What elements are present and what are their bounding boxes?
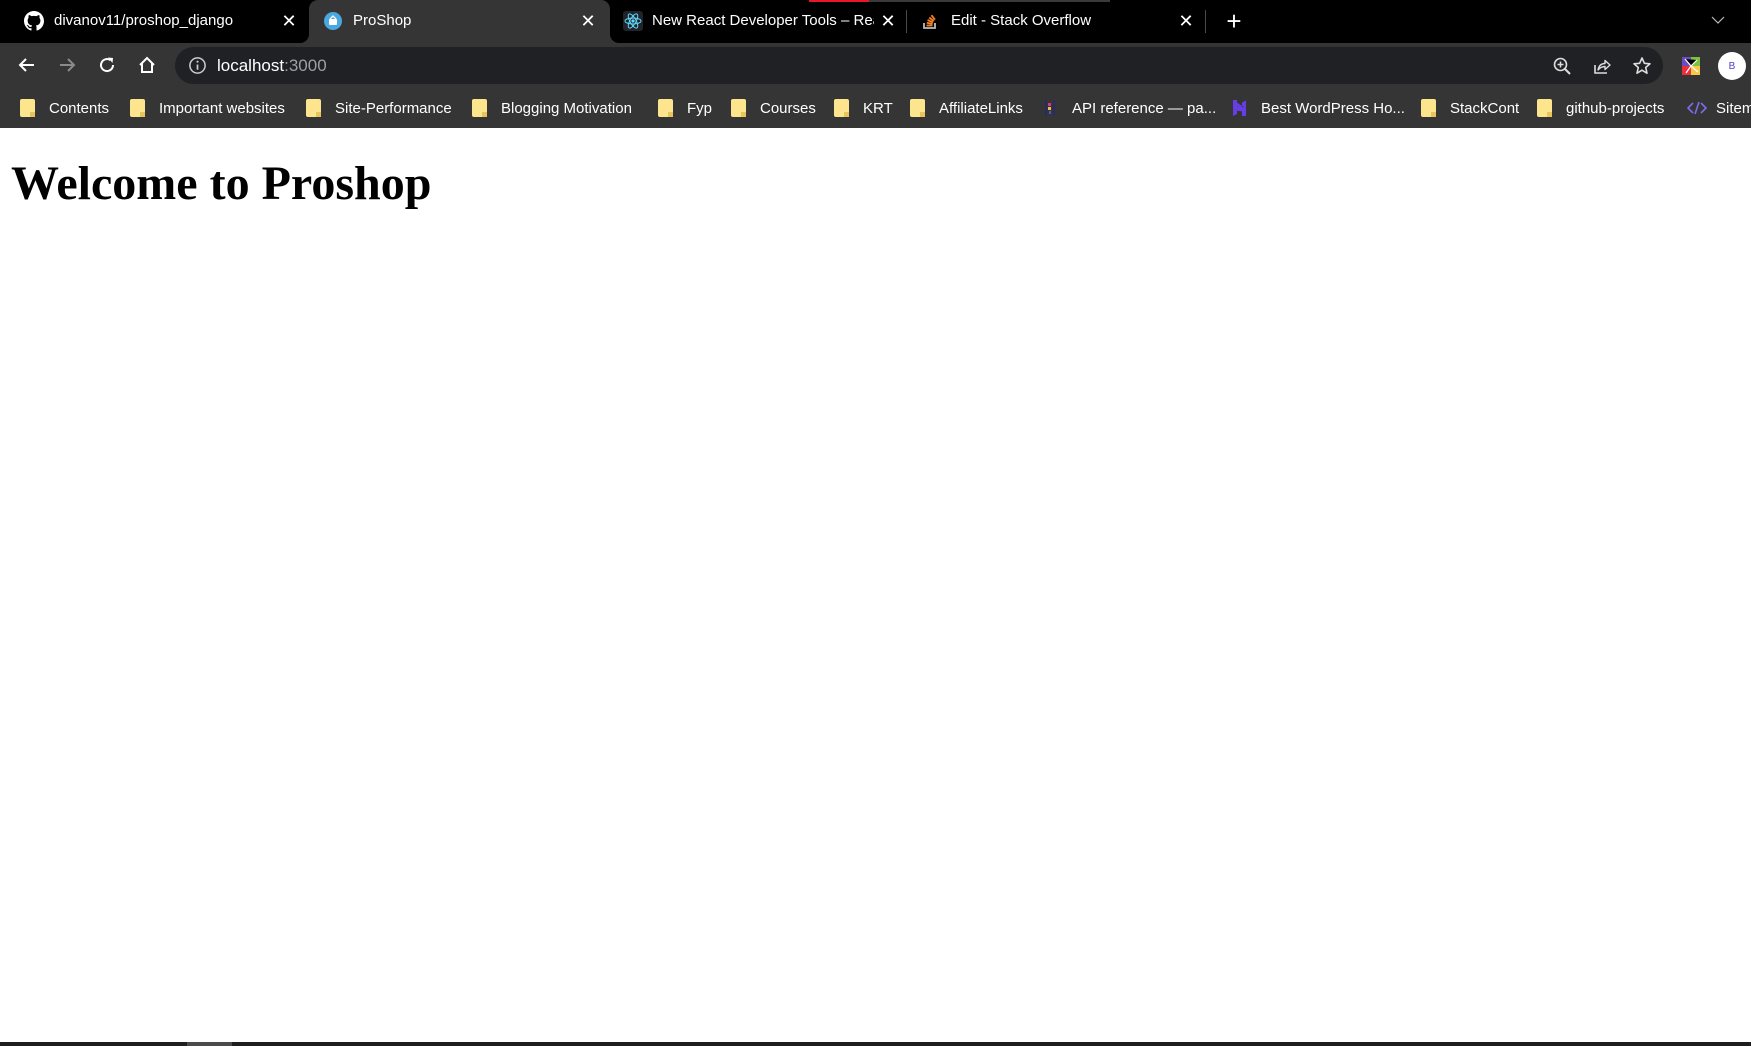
folder-icon [1421,99,1436,117]
bookmark-label: Site-Performance [335,99,452,117]
react-icon [623,11,643,31]
horizontal-scrollbar[interactable] [0,1042,1751,1046]
bookmark-api-reference[interactable]: API reference — pa... [1043,97,1216,119]
bookmark-affiliatelinks[interactable]: AffiliateLinks [910,97,1023,119]
bookmark-label: AffiliateLinks [939,99,1023,117]
bookmark-label: API reference — pa... [1072,99,1217,117]
url-port: :3000 [284,56,327,75]
bookmark-blogging-motivation[interactable]: Blogging Motivation [472,97,632,119]
extension-icon[interactable] [1682,57,1700,75]
close-tab-icon[interactable]: ✕ [878,11,898,31]
tab-stackoverflow[interactable]: Edit - Stack Overflow ✕ [907,0,1205,43]
tab-title: Edit - Stack Overflow [951,12,1092,29]
bookmark-label: StackCont [1450,99,1520,117]
home-button[interactable] [135,53,159,77]
bookmark-krt[interactable]: KRT [834,97,893,119]
back-arrow-icon [18,58,34,72]
folder-icon [472,99,487,117]
share-icon[interactable] [1592,56,1612,76]
close-tab-icon[interactable]: ✕ [279,11,299,31]
bookmark-label: github-projects [1566,99,1665,117]
folder-icon [658,99,673,117]
reload-icon [100,57,115,73]
bookmark-stackcont[interactable]: StackCont [1421,97,1519,119]
folder-icon [1537,99,1552,117]
tab-strip: divanov11/proshop_django ✕ ProShop ✕ New… [0,0,1751,43]
bookmark-courses[interactable]: Courses [731,97,816,119]
url-host: localhost [217,56,285,75]
bookmark-label: Important websites [159,99,285,117]
github-icon [24,11,44,31]
tab-title: divanov11/proshop_django [54,12,234,29]
code-icon [1686,99,1708,117]
bookmark-label: Blogging Motivation [501,99,632,117]
tab-github[interactable]: divanov11/proshop_django ✕ [0,0,309,43]
page-heading: Welcome to Proshop [11,157,432,210]
bookmark-contents[interactable]: Contents [20,97,109,119]
folder-icon [834,99,849,117]
bookmark-star-icon[interactable] [1632,56,1652,76]
bookmark-sitemap[interactable]: Sitem [1686,97,1751,119]
site-info-icon[interactable] [188,56,207,75]
zoom-icon[interactable] [1552,56,1572,76]
folder-icon [130,99,145,117]
address-bar[interactable]: localhost:3000 [175,47,1663,84]
bookmark-label: KRT [863,99,893,117]
forward-arrow-icon [60,58,76,72]
bookmark-label: Sitem [1716,99,1751,117]
api-reference-icon [1043,99,1058,117]
tab-proshop[interactable]: ProShop ✕ [309,0,610,43]
bookmark-best-wordpress-hosting[interactable]: Best WordPress Ho... [1232,97,1405,119]
folder-icon [731,99,746,117]
bookmark-site-performance[interactable]: Site-Performance [306,97,452,119]
url-text[interactable]: localhost:3000 [217,56,327,76]
bookmark-label: Fyp [687,99,713,117]
tab-search-chevron-icon[interactable] [1708,10,1728,30]
scrollbar-thumb[interactable] [187,1042,232,1046]
folder-icon [910,99,925,117]
hostinger-icon [1232,99,1247,117]
bookmark-important-websites[interactable]: Important websites [130,97,285,119]
reload-button[interactable] [95,53,119,77]
bookmark-github-projects[interactable]: github-projects [1537,97,1664,119]
stackoverflow-icon [920,11,940,31]
bookmark-label: Best WordPress Ho... [1261,99,1405,117]
tab-divider [1205,10,1206,33]
close-tab-icon[interactable]: ✕ [578,11,598,31]
folder-icon [306,99,321,117]
close-tab-icon[interactable]: ✕ [1176,11,1196,31]
page-content: Welcome to Proshop [0,128,1751,1042]
bookmark-fyp[interactable]: Fyp [658,97,712,119]
tab-title: New React Developer Tools – Rea [652,12,874,29]
browser-toolbar: localhost:3000 B [0,43,1751,88]
home-icon [139,56,155,73]
bookmark-label: Contents [49,99,110,117]
forward-button[interactable] [55,53,79,77]
bookmarks-bar: Contents Important websites Site-Perform… [0,88,1751,128]
new-tab-button[interactable]: + [1222,8,1246,34]
profile-avatar[interactable]: B [1718,52,1746,80]
proshop-favicon [323,11,343,31]
bookmark-label: Courses [760,99,816,117]
folder-icon [20,99,35,117]
tab-react-devtools[interactable]: New React Developer Tools – Rea ✕ [610,0,906,43]
back-button[interactable] [15,53,39,77]
tab-title: ProShop [353,12,412,29]
